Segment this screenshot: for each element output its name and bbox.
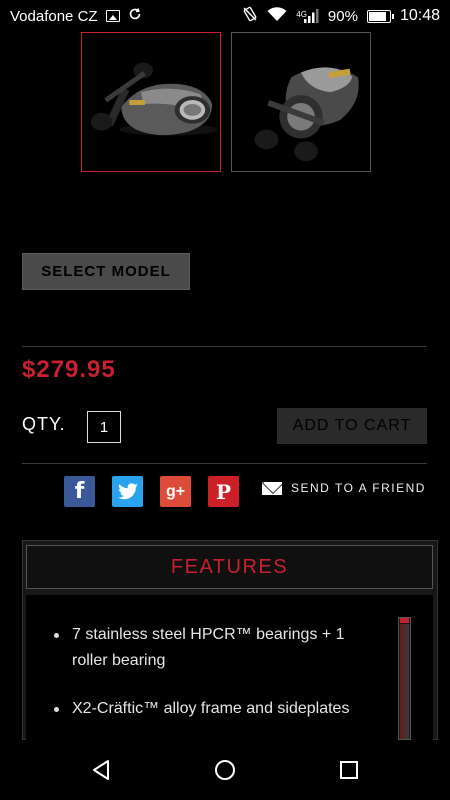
battery-percent: 90% [327, 7, 358, 25]
features-scrollbar[interactable] [398, 617, 411, 740]
wifi-icon [267, 6, 287, 26]
add-to-cart-button[interactable]: ADD TO CART [277, 408, 427, 444]
mail-icon [262, 481, 282, 495]
battery-icon [366, 9, 394, 23]
facebook-glyph: f [74, 479, 85, 504]
reel-image [90, 62, 219, 136]
qty-label: QTY. [22, 414, 66, 434]
feature-list: 7 stainless steel HPCR™ bearings + 1 rol… [54, 622, 384, 740]
vibrate-icon [242, 6, 258, 26]
product-thumbnail-2[interactable] [231, 32, 371, 172]
scrollbar-thumb[interactable] [400, 618, 409, 623]
send-to-friend-label: SEND TO A FRIEND [291, 481, 426, 495]
scrollbar-track [400, 624, 409, 739]
product-thumbnail-1[interactable] [81, 32, 221, 172]
signal-icon: 4G [296, 8, 319, 24]
google-plus-glyph: g+ [165, 482, 186, 500]
twitter-icon[interactable] [112, 476, 143, 507]
network-type: 4G [296, 10, 307, 19]
divider [22, 346, 427, 347]
google-plus-icon[interactable]: g+ [160, 476, 191, 507]
features-header[interactable]: FEATURES [26, 545, 433, 589]
feature-item: 7 stainless steel HPCR™ bearings + 1 rol… [54, 622, 384, 674]
back-icon[interactable] [86, 755, 116, 785]
feature-item: X2-Cräftic™ alloy frame and sideplates [54, 696, 384, 722]
pinterest-icon[interactable]: P [208, 476, 239, 507]
carrier-name: Vodafone CZ [10, 7, 98, 25]
pinterest-glyph: P [215, 479, 232, 504]
quantity-input[interactable] [87, 411, 121, 443]
select-model-button[interactable]: SELECT MODEL [22, 253, 190, 290]
product-price: $279.95 [22, 356, 116, 383]
recents-icon[interactable] [334, 755, 364, 785]
sync-icon [128, 7, 142, 25]
navigation-bar [0, 740, 450, 800]
reel-image [254, 67, 359, 162]
status-bar: Vodafone CZ 4G 90% 10:48 [0, 0, 450, 32]
home-icon[interactable] [210, 755, 240, 785]
divider [22, 463, 427, 464]
facebook-icon[interactable]: f [64, 476, 95, 507]
features-body: 7 stainless steel HPCR™ bearings + 1 rol… [26, 595, 433, 740]
send-to-friend-link[interactable]: SEND TO A FRIEND [262, 481, 426, 495]
battery-fill [368, 11, 387, 21]
image-notification-icon [105, 10, 120, 22]
clock: 10:48 [399, 7, 440, 24]
